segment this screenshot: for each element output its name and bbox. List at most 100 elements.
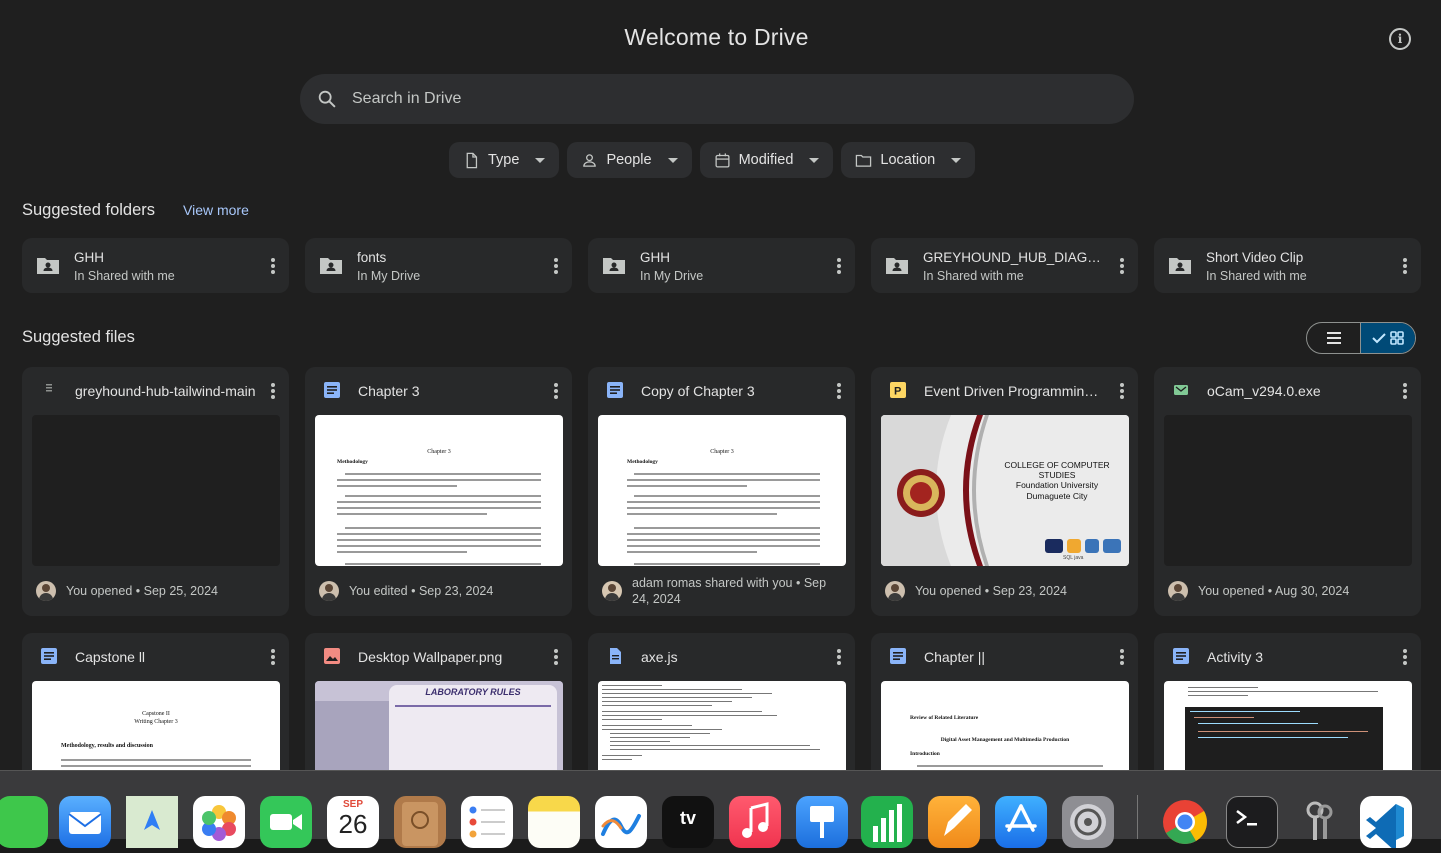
chrome-icon[interactable]	[1159, 796, 1211, 848]
file-card[interactable]: greyhound-hub-tailwind-main You opened •…	[22, 367, 289, 616]
filter-type-chip[interactable]: Type	[449, 142, 560, 178]
filter-people-chip[interactable]: People	[567, 142, 692, 178]
list-view-button[interactable]	[1307, 323, 1362, 353]
file-card[interactable]: Desktop Wallpaper.png LABORATORY RULES	[305, 633, 572, 770]
keynote-icon[interactable]	[796, 796, 848, 848]
suggested-folders-heading: Suggested folders	[22, 201, 156, 219]
file-thumbnail: Chapter 3 Methodology	[598, 415, 846, 566]
grid-view-button[interactable]	[1361, 323, 1415, 353]
view-more-link[interactable]: View more	[183, 202, 249, 218]
more-options-icon[interactable]	[554, 649, 558, 665]
more-options-icon[interactable]	[837, 649, 841, 665]
more-options-icon[interactable]	[1403, 258, 1407, 274]
text-line	[345, 527, 541, 529]
music-icon[interactable]	[729, 796, 781, 848]
freeform-icon[interactable]	[595, 796, 647, 848]
more-options-icon[interactable]	[271, 383, 275, 399]
more-options-icon[interactable]	[1120, 258, 1124, 274]
docs-icon	[607, 382, 623, 398]
more-options-icon[interactable]	[1120, 649, 1124, 665]
photos-icon[interactable]	[193, 796, 245, 848]
doc-heading: Chapter 3	[710, 449, 734, 455]
code-line	[610, 745, 810, 746]
file-card[interactable]: axe.js	[588, 633, 855, 770]
vscode-icon[interactable]	[1360, 796, 1412, 852]
settings-icon[interactable]	[1062, 796, 1114, 848]
shared-folder-icon	[1169, 258, 1191, 274]
more-options-icon[interactable]	[554, 258, 558, 274]
more-options-icon[interactable]	[1403, 383, 1407, 399]
file-activity: You edited • Sep 23, 2024	[349, 584, 494, 598]
contacts-icon[interactable]	[394, 796, 446, 848]
code-line	[1188, 687, 1258, 688]
appstore-icon[interactable]	[995, 796, 1047, 848]
drive-window: Welcome to Drive i Type People Modified …	[0, 0, 1441, 770]
code-line	[602, 729, 722, 730]
grid-view-icon	[1390, 331, 1404, 345]
calendar-day: 26	[338, 809, 368, 839]
text-line	[337, 507, 541, 509]
text-line	[345, 495, 541, 497]
docs-icon	[1173, 648, 1189, 664]
folder-card[interactable]: Short Video Clip In Shared with me	[1154, 238, 1421, 293]
folder-card[interactable]: GHH In Shared with me	[22, 238, 289, 293]
search-input[interactable]	[352, 90, 1052, 108]
shared-folder-icon	[37, 258, 59, 274]
doc-subheading: Writing Chapter 3	[134, 719, 178, 725]
folder-name: fonts	[357, 250, 387, 265]
file-name: greyhound-hub-tailwind-main	[75, 383, 256, 399]
folder-card[interactable]: GREYHOUND_HUB_DIAGRAMS In Shared with me	[871, 238, 1138, 293]
zip-icon	[46, 384, 52, 392]
terminal-icon[interactable]	[1226, 796, 1278, 848]
file-card[interactable]: Copy of Chapter 3 Chapter 3 Methodology	[588, 367, 855, 616]
info-icon[interactable]: i	[1389, 28, 1411, 50]
file-card[interactable]: Capstone ll Capstone II Writing Chapter …	[22, 633, 289, 770]
maps-icon[interactable]	[126, 796, 178, 848]
file-card[interactable]: P Event Driven Programming.pptx COLLEGE …	[871, 367, 1138, 616]
doc-section: Methodology, results and discussion	[61, 743, 153, 749]
image-icon	[324, 648, 340, 664]
text-line	[627, 479, 820, 481]
more-options-icon[interactable]	[1120, 383, 1124, 399]
more-options-icon[interactable]	[1403, 649, 1407, 665]
file-card[interactable]: Chapter || Review of Related Literature …	[871, 633, 1138, 770]
notes-icon[interactable]	[528, 796, 580, 848]
file-name: Chapter ||	[924, 649, 985, 665]
messages-icon[interactable]	[0, 796, 48, 848]
more-options-icon[interactable]	[271, 649, 275, 665]
list-view-icon	[1326, 332, 1341, 344]
shared-folder-icon	[886, 258, 908, 274]
numbers-icon[interactable]	[861, 796, 913, 848]
check-icon	[1372, 333, 1386, 344]
reminders-icon[interactable]	[461, 796, 513, 848]
calendar-app-icon[interactable]: SEP 26	[327, 796, 379, 848]
filter-location-chip[interactable]: Location	[841, 142, 976, 178]
more-options-icon[interactable]	[837, 383, 841, 399]
text-line	[337, 551, 467, 553]
pages-icon[interactable]	[928, 796, 980, 848]
folder-card[interactable]: fonts In My Drive	[305, 238, 572, 293]
keychain-icon[interactable]	[1293, 796, 1345, 848]
file-card[interactable]: Activity 3	[1154, 633, 1421, 770]
file-card[interactable]: Chapter 3 Chapter 3 Methodology You edit…	[305, 367, 572, 616]
code-line	[1194, 717, 1254, 718]
suggested-files-grid: greyhound-hub-tailwind-main You opened •…	[22, 367, 1421, 770]
search-bar[interactable]	[300, 74, 1134, 124]
file-card[interactable]: oCam_v294.0.exe You opened • Aug 30, 202…	[1154, 367, 1421, 616]
file-name: Chapter 3	[358, 383, 420, 399]
code-line	[1198, 731, 1368, 732]
more-options-icon[interactable]	[271, 258, 275, 274]
folder-card[interactable]: GHH In My Drive	[588, 238, 855, 293]
file-thumbnail: LABORATORY RULES	[315, 681, 563, 770]
more-options-icon[interactable]	[554, 383, 558, 399]
facetime-icon[interactable]	[260, 796, 312, 848]
text-line	[627, 507, 820, 509]
code-line	[602, 711, 762, 712]
text-line	[634, 473, 820, 475]
more-options-icon[interactable]	[837, 258, 841, 274]
filter-modified-chip[interactable]: Modified	[699, 142, 834, 178]
person-icon	[583, 153, 597, 167]
mail-icon[interactable]	[59, 796, 111, 848]
code-line	[1198, 737, 1348, 738]
appletv-icon[interactable]: tv	[662, 796, 714, 848]
